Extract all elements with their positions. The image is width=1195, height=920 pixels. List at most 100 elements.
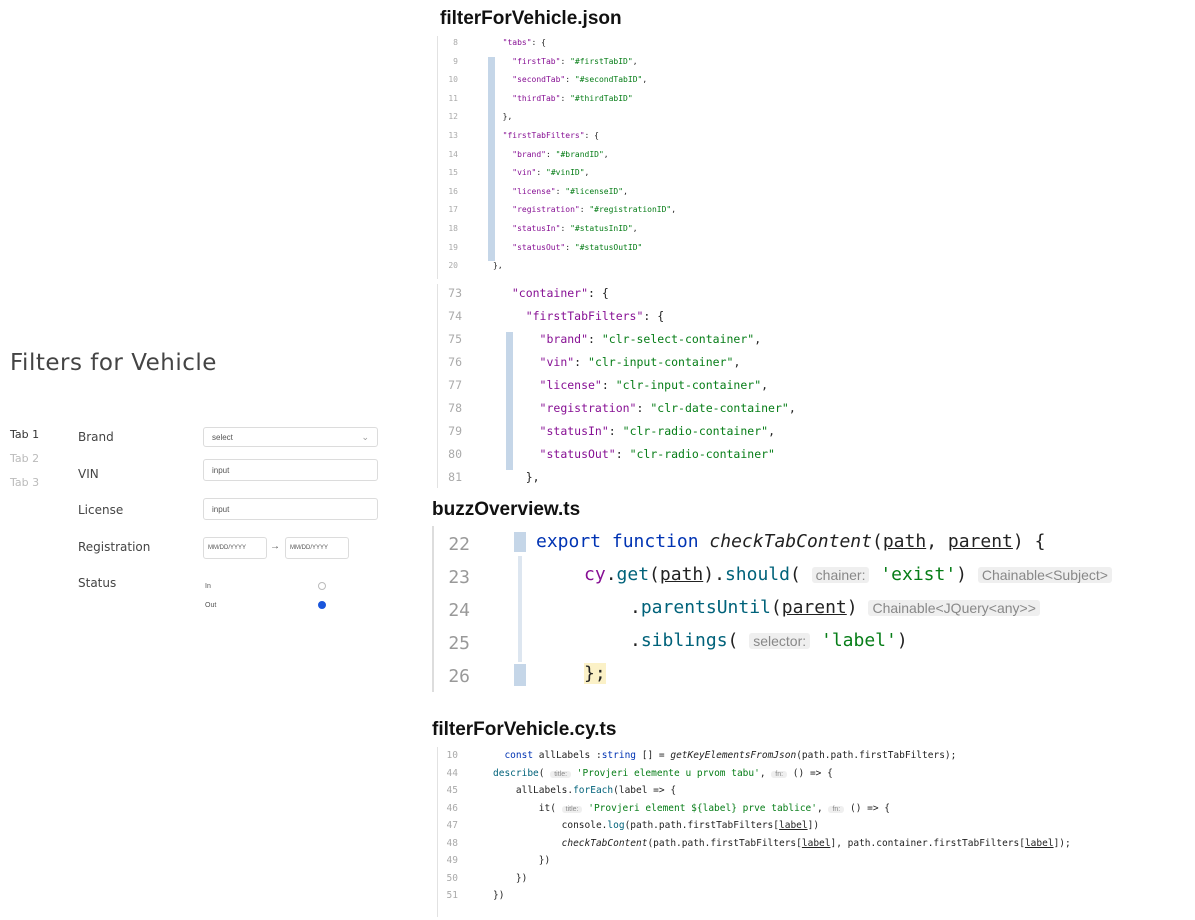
line-number: 15 — [448, 168, 458, 178]
code-text: console.log(path.path.firstTabFilters[la… — [493, 820, 820, 831]
code-line: 81 }, — [438, 470, 908, 493]
code-line: 20}, — [438, 261, 778, 280]
code-line: 9 "firstTab": "#firstTabID", — [438, 56, 778, 76]
line-number: 81 — [448, 470, 462, 484]
line-number: 78 — [448, 401, 462, 415]
chevron-down-icon: ⌄ — [361, 431, 369, 442]
line-number: 19 — [448, 242, 458, 252]
vin-input-value: input — [212, 465, 230, 475]
arrow-right-icon: → — [270, 541, 280, 552]
code-line: 16 "license": "#licenseID", — [438, 186, 778, 206]
code-line: 77 "license": "clr-input-container", — [438, 378, 908, 401]
ts-line-24: .parentsUntil(parent) Chainable<JQuery<a… — [630, 597, 1040, 618]
brand-select[interactable]: select ⌄ — [203, 427, 378, 447]
code-text: "container": { — [511, 286, 609, 300]
code-text: "statusIn": "clr-radio-container", — [539, 424, 775, 438]
code-text: allLabels.forEach(label => { — [493, 785, 677, 796]
ts-line-25: .siblings( selector: 'label') — [630, 630, 908, 651]
json-code-panel-2: 73 "container": {74 "firstTabFilters": {… — [437, 284, 908, 488]
code-line: 10 "secondTab": "#secondTabID", — [438, 75, 778, 94]
line-number: 20 — [448, 261, 458, 271]
code-line: 14 "brand": "#brandID", — [438, 149, 778, 169]
tab-2[interactable]: Tab 2 — [10, 452, 39, 478]
registration-to-input[interactable]: MM/DD/YYYY — [285, 537, 349, 559]
code-line: 78 "registration": "clr-date-container", — [438, 401, 908, 424]
gutter-bar — [488, 168, 495, 187]
line-number: 17 — [448, 205, 458, 215]
code-line: 80 "statusOut": "clr-radio-container" — [438, 447, 908, 470]
line-number: 13 — [448, 131, 458, 140]
ts-line-26: }; — [584, 663, 606, 684]
gutter-bar — [488, 205, 495, 224]
code-line: 73 "container": { — [438, 286, 908, 309]
line-number: 51 — [446, 890, 458, 901]
gutter-bar — [488, 224, 495, 243]
code-text: "statusOut": "#statusOutID" — [512, 242, 643, 252]
code-line: 18 "statusIn": "#statusInID", — [438, 224, 778, 243]
code-text: }) — [493, 855, 551, 866]
ts-line-23: cy.get(path).should( chainer: 'exist') C… — [584, 564, 1112, 585]
line-number: 76 — [448, 355, 462, 369]
license-input[interactable]: input — [203, 498, 378, 520]
ts-file-title: buzzOverview.ts — [432, 499, 581, 520]
line-number: 48 — [446, 837, 458, 849]
line-number: 10 — [448, 75, 458, 85]
status-in-radio[interactable] — [318, 582, 326, 590]
tab-1[interactable]: Tab 1 — [10, 428, 39, 454]
code-text: "brand": "#brandID", — [512, 149, 609, 159]
gutter-bar — [506, 355, 513, 378]
registration-label: Registration — [78, 540, 151, 554]
line-number: 79 — [448, 424, 462, 438]
registration-to-value: MM/DD/YYYY — [290, 545, 329, 551]
code-text: "license": "clr-input-container", — [539, 378, 769, 392]
line-number: 24 — [448, 600, 470, 621]
code-line: 15 "vin": "#vinID", — [438, 168, 778, 187]
status-out-radio[interactable] — [318, 601, 326, 609]
line-number: 11 — [448, 93, 458, 103]
line-number: 44 — [446, 767, 458, 779]
license-label: License — [78, 503, 124, 517]
code-text: }, — [493, 112, 513, 122]
code-text: "tabs": { — [502, 38, 546, 47]
vin-label: VIN — [78, 467, 99, 481]
fold-marker[interactable] — [514, 664, 526, 686]
gutter-bar — [506, 332, 513, 355]
vin-input[interactable]: input — [203, 459, 378, 481]
json-file-title: filterForVehicle.json — [440, 8, 622, 29]
code-text: it( title: 'Provjeri element ${label} pr… — [493, 802, 891, 814]
json-code-panel-1: 8 "tabs": {9 "firstTab": "#firstTabID", 1… — [437, 36, 778, 279]
gutter-bar — [506, 447, 513, 470]
code-text: "statusIn": "#statusInID", — [512, 224, 638, 233]
brand-select-value: select — [212, 432, 233, 442]
gutter-bar — [488, 112, 495, 131]
tab-list: Tab 1 Tab 2 Tab 3 — [10, 428, 39, 502]
code-text: "registration": "#registrationID", — [512, 205, 677, 215]
line-number: 16 — [448, 186, 458, 196]
code-text: }) — [493, 890, 505, 901]
line-number: 80 — [448, 447, 462, 461]
line-number: 26 — [448, 666, 470, 687]
line-number: 46 — [446, 802, 458, 814]
tab-3[interactable]: Tab 3 — [10, 476, 39, 502]
code-line: 74 "firstTabFilters": { — [438, 309, 908, 332]
code-text: "vin": "clr-input-container", — [539, 355, 741, 369]
line-number: 10 — [446, 750, 458, 761]
line-number: 74 — [448, 309, 462, 323]
registration-from-input[interactable]: MM/DD/YYYY — [203, 537, 267, 559]
code-line: 11 "thirdTab": "#thirdTabID" — [438, 93, 778, 113]
code-text: }, — [498, 470, 540, 484]
line-number: 22 — [448, 534, 470, 555]
code-text: checkTabContent(path.path.firstTabFilter… — [561, 837, 1071, 849]
line-number: 14 — [448, 149, 458, 159]
line-number: 9 — [453, 56, 458, 66]
line-number: 73 — [448, 286, 462, 300]
gutter-bar — [488, 149, 495, 169]
gutter-bar — [506, 401, 513, 424]
cy-file-title: filterForVehicle.cy.ts — [432, 719, 617, 740]
code-line: 49 }) — [438, 855, 1195, 873]
gutter-bar — [518, 556, 522, 662]
line-number: 49 — [446, 855, 458, 866]
registration-from-value: MM/DD/YYYY — [208, 545, 247, 551]
code-line: 8 "tabs": { — [438, 38, 778, 57]
fold-marker[interactable] — [514, 532, 526, 552]
